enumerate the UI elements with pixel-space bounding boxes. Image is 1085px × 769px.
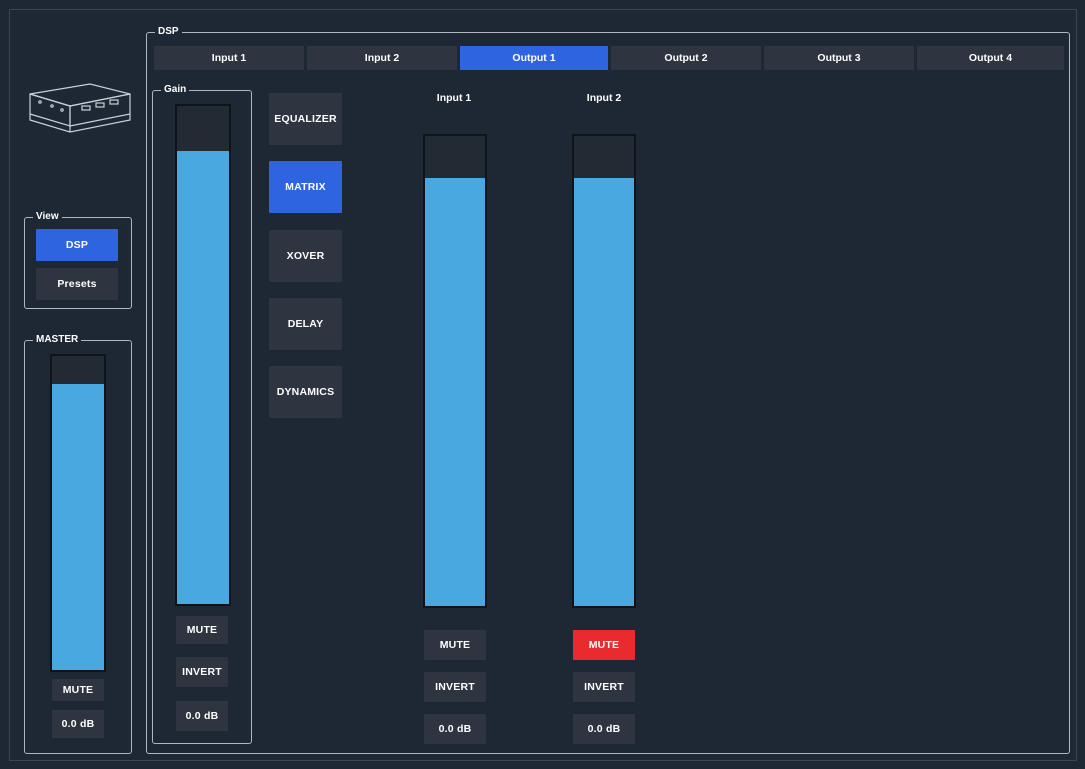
tab-output-3[interactable]: Output 3 bbox=[764, 46, 914, 70]
gain-invert-button[interactable]: INVERT bbox=[176, 657, 228, 687]
gain-value[interactable]: 0.0 dB bbox=[176, 701, 228, 731]
master-mute-button[interactable]: MUTE bbox=[52, 679, 104, 701]
gain-fader-track-top bbox=[177, 106, 229, 152]
matrix-input-2-mute-button[interactable]: MUTE bbox=[573, 630, 635, 660]
tab-input-1[interactable]: Input 1 bbox=[154, 46, 304, 70]
matrix-input-2-label: Input 2 bbox=[586, 92, 622, 104]
matrix-input-2-invert-button[interactable]: INVERT bbox=[573, 672, 635, 702]
matrix-input-1-label: Input 1 bbox=[436, 92, 472, 104]
xover-button[interactable]: XOVER bbox=[269, 230, 342, 282]
view-group-title: View bbox=[33, 210, 62, 224]
matrix-input-1-mute-button[interactable]: MUTE bbox=[424, 630, 486, 660]
dsp-group-title: DSP bbox=[155, 25, 182, 39]
matrix-input-1-value[interactable]: 0.0 dB bbox=[424, 714, 486, 744]
tab-output-2[interactable]: Output 2 bbox=[611, 46, 761, 70]
master-fader-track-top bbox=[52, 356, 104, 384]
view-presets-button[interactable]: Presets bbox=[36, 268, 118, 300]
gain-group-title: Gain bbox=[161, 83, 190, 97]
matrix-input-2-level bbox=[574, 178, 634, 606]
master-group-title: MASTER bbox=[33, 333, 82, 347]
matrix-input-2-value[interactable]: 0.0 dB bbox=[573, 714, 635, 744]
gain-mute-button[interactable]: MUTE bbox=[176, 616, 228, 644]
equalizer-button[interactable]: EQUALIZER bbox=[269, 93, 342, 145]
view-dsp-button[interactable]: DSP bbox=[36, 229, 118, 261]
tab-output-4[interactable]: Output 4 bbox=[917, 46, 1064, 70]
matrix-input-1-invert-button[interactable]: INVERT bbox=[424, 672, 486, 702]
master-fader-level bbox=[52, 384, 104, 670]
amplifier-device-icon bbox=[29, 83, 131, 133]
delay-button[interactable]: DELAY bbox=[269, 298, 342, 350]
gain-fader-level bbox=[177, 150, 229, 604]
master-fader[interactable] bbox=[50, 354, 106, 672]
matrix-input-1-fader[interactable] bbox=[423, 134, 487, 608]
tab-output-1[interactable]: Output 1 bbox=[460, 46, 608, 70]
matrix-input-1-level bbox=[425, 178, 485, 606]
tab-input-2[interactable]: Input 2 bbox=[307, 46, 457, 70]
matrix-input-1-track-top bbox=[425, 136, 485, 180]
matrix-button[interactable]: MATRIX bbox=[269, 161, 342, 213]
master-gain-value[interactable]: 0.0 dB bbox=[52, 710, 104, 738]
dynamics-button[interactable]: DYNAMICS bbox=[269, 366, 342, 418]
matrix-input-2-fader[interactable] bbox=[572, 134, 636, 608]
gain-fader[interactable] bbox=[175, 104, 231, 606]
matrix-input-2-track-top bbox=[574, 136, 634, 180]
